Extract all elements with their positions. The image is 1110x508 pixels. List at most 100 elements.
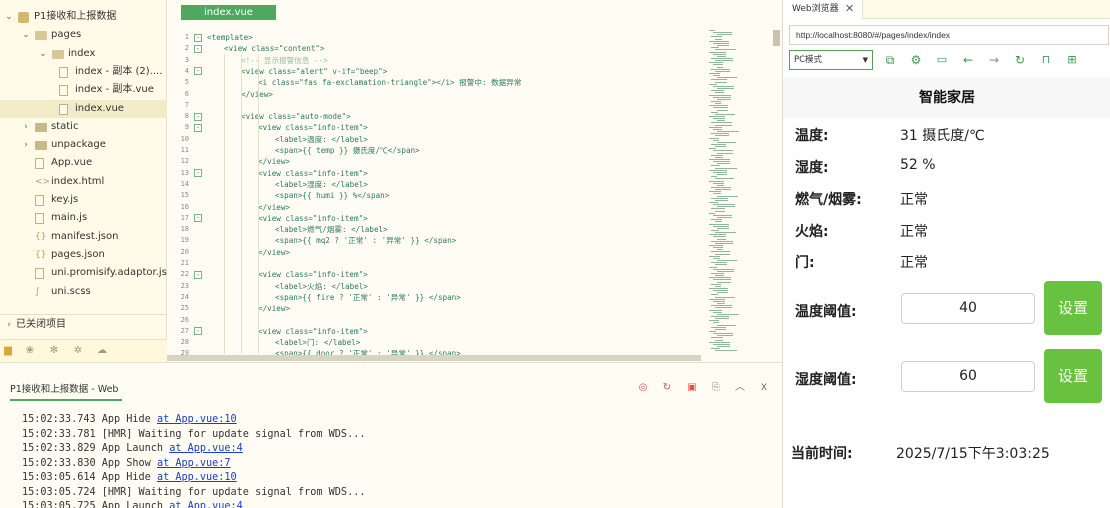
browser-tab[interactable]: Web浏览器 ✕ — [783, 0, 863, 19]
fold-toggle-icon[interactable]: - — [194, 327, 202, 336]
minimap-line — [715, 318, 729, 320]
file-icon — [35, 268, 44, 280]
tree-item[interactable]: <> index.html — [0, 173, 167, 191]
source-link[interactable]: at App.vue:7 — [157, 458, 231, 469]
horizontal-scrollbar[interactable] — [167, 355, 701, 361]
code-line: </view> — [258, 304, 291, 314]
temp-threshold-set-button[interactable]: 设置 — [1044, 281, 1102, 335]
humi-threshold-input[interactable]: 60 — [901, 361, 1035, 392]
minimap-line — [713, 333, 733, 335]
tree-item[interactable]: ⌄ pages — [0, 26, 167, 44]
tree-item[interactable]: › unpackage — [0, 136, 167, 154]
tree-item[interactable]: ⌄ index — [0, 45, 167, 63]
editor-tab-index-vue[interactable]: index.vue — [181, 5, 276, 20]
source-link[interactable]: at App.vue:10 — [157, 472, 237, 483]
chevron-down-icon[interactable]: ⌄ — [4, 8, 14, 26]
tree-item[interactable]: index - 副本.vue — [0, 81, 167, 99]
code-area[interactable]: <template> <view class="content"> <!-- 显示报… — [207, 30, 707, 355]
minimap-line — [713, 311, 722, 313]
settings-icon[interactable]: ✻ — [48, 345, 60, 357]
chevron-up-icon[interactable]: ︿ — [734, 382, 746, 394]
plugin-icon[interactable]: ❀ — [24, 345, 36, 357]
tree-item[interactable]: uni.promisify.adaptor.js — [0, 264, 167, 282]
arrow-right-icon[interactable]: → — [987, 52, 1001, 68]
line-number: 27 — [180, 326, 189, 335]
arrow-left-icon[interactable]: ← — [961, 52, 975, 68]
code-line: <span>{{ temp }} 摄氏度/℃</span> — [275, 146, 420, 155]
tree-item[interactable]: › static — [0, 118, 167, 136]
clear-console-icon[interactable]: ▣ — [686, 382, 698, 394]
tree-item[interactable]: {} manifest.json — [0, 228, 167, 246]
fold-toggle-icon[interactable]: - — [194, 67, 202, 76]
minimap-line — [717, 238, 726, 240]
folder-icon[interactable]: ▆ — [2, 345, 14, 357]
fold-toggle-icon[interactable]: - — [194, 270, 202, 279]
tree-item[interactable]: main.js — [0, 209, 167, 227]
chevron-down-icon[interactable]: ⌄ — [38, 45, 48, 63]
minimap[interactable] — [707, 30, 769, 355]
minimap-line — [717, 174, 727, 176]
refresh-icon[interactable]: ↻ — [1013, 52, 1027, 68]
code-line: <template> — [207, 33, 253, 42]
minimap-line — [709, 73, 720, 74]
tree-item[interactable]: index - 副本 (2).... — [0, 63, 167, 81]
minimap-line — [709, 169, 727, 171]
open-external-icon[interactable]: ⧉ — [883, 52, 897, 68]
humi-threshold-set-button[interactable]: 设置 — [1044, 349, 1102, 403]
fold-toggle-icon[interactable]: - — [194, 112, 202, 121]
file-icon — [59, 85, 68, 97]
fold-toggle-icon[interactable]: - — [194, 123, 202, 132]
temp-threshold-input[interactable]: 40 — [901, 293, 1035, 324]
line-number: 17 — [180, 213, 189, 222]
close-icon[interactable]: ✕ — [845, 0, 854, 18]
chevron-right-icon[interactable]: › — [21, 136, 31, 154]
tree-item[interactable]: ∫ uni.scss — [0, 283, 167, 301]
tree-item[interactable]: index.vue — [0, 99, 167, 118]
source-link[interactable]: at App.vue:4 — [169, 501, 243, 508]
code-line: <label>湿度: </label> — [275, 179, 368, 189]
code-line: <label>火焰: </label> — [275, 281, 368, 291]
fold-toggle-icon[interactable]: - — [194, 169, 202, 178]
minimap-line — [717, 55, 726, 57]
closed-projects-section[interactable]: › 已关闭项目 — [0, 316, 167, 334]
source-link[interactable]: at App.vue:4 — [169, 443, 243, 454]
close-panel-icon[interactable]: X — [758, 382, 770, 394]
minimap-line — [709, 191, 721, 193]
mode-select[interactable]: PC模式 ▼ — [789, 50, 873, 70]
stop-icon[interactable]: ◎ — [637, 382, 649, 394]
url-input[interactable]: http://localhost:8080/#/pages/index/inde… — [789, 25, 1109, 45]
console-line: 15:03:05.724 [HMR] Waiting for update si… — [22, 486, 365, 500]
grid-icon[interactable]: ⊞ — [1065, 52, 1079, 68]
web-browser-panel: Web浏览器 ✕ http://localhost:8080/#/pages/i… — [782, 0, 1110, 508]
minimap-line — [713, 204, 735, 206]
fold-toggle-icon[interactable]: - — [194, 44, 202, 53]
code-line: </view> — [258, 157, 291, 167]
tree-item[interactable]: App.vue — [0, 154, 167, 172]
tree-item[interactable]: {} pages.json — [0, 246, 167, 264]
tree-item[interactable]: key.js — [0, 191, 167, 209]
copy-icon[interactable]: ⎘ — [710, 382, 722, 394]
minimap-line — [717, 98, 731, 100]
tree-item-label: P1接收和上报数据 — [34, 11, 117, 22]
code-line: <span>{{ door ? '正常' : '异常' }} </span> — [275, 349, 461, 355]
minimap-line — [713, 75, 720, 77]
fold-toggle-icon[interactable]: - — [194, 214, 202, 223]
minimap-line — [709, 341, 730, 343]
restart-icon[interactable]: ↻ — [661, 382, 673, 394]
cloud-icon[interactable]: ☁ — [96, 345, 108, 357]
bug-icon[interactable]: ✲ — [72, 345, 84, 357]
chevron-down-icon[interactable]: ⌄ — [21, 26, 31, 44]
minimap-line — [717, 281, 731, 283]
minimap-line — [715, 221, 722, 223]
console-tab[interactable]: P1接收和上报数据 - Web — [10, 381, 118, 395]
fold-toggle-icon[interactable]: - — [194, 33, 202, 42]
tree-item[interactable]: ⌄ P1接收和上报数据 — [0, 8, 167, 26]
gear-icon[interactable]: ⚙ — [909, 52, 923, 68]
source-link[interactable]: at App.vue:10 — [157, 414, 237, 425]
minimap-line — [709, 277, 731, 279]
line-number: 12 — [180, 157, 189, 166]
vertical-scrollbar[interactable] — [773, 30, 780, 46]
terminal-icon[interactable]: ▭ — [935, 52, 949, 68]
lock-icon[interactable]: ⊓ — [1039, 52, 1053, 68]
chevron-right-icon[interactable]: › — [21, 118, 31, 136]
